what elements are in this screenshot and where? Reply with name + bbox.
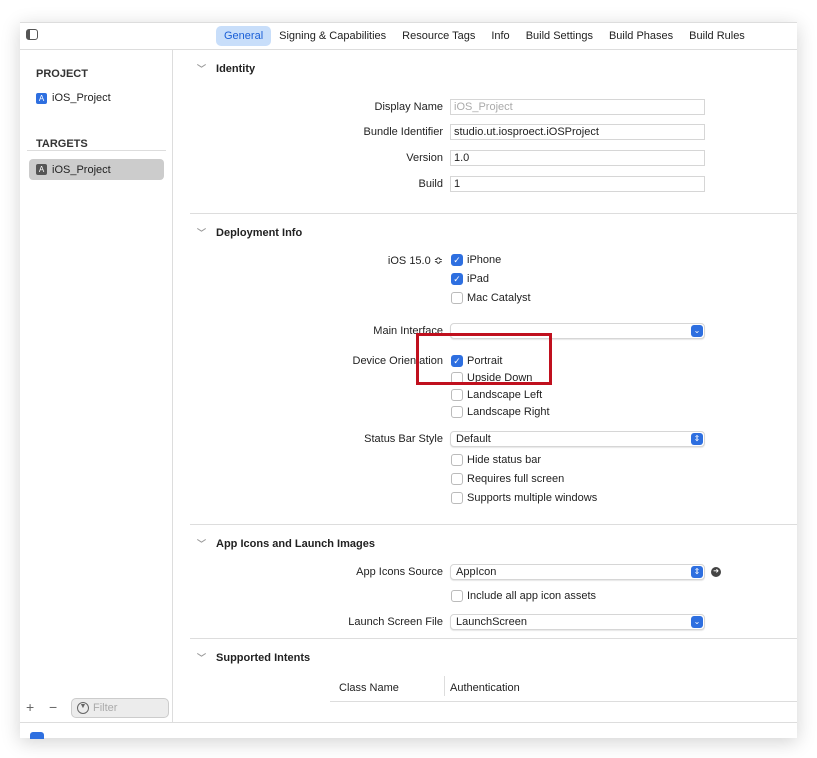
version-label: Version (406, 152, 443, 164)
divider (190, 213, 797, 214)
section-deployment[interactable]: ﹀ Deployment Info (197, 226, 302, 239)
checkbox-label: Mac Catalyst (467, 292, 531, 304)
checkbox-multiple-windows[interactable]: Supports multiple windows (451, 492, 597, 504)
status-indicator-icon (30, 732, 44, 739)
chevron-down-icon: ﹀ (197, 539, 207, 549)
tab-build-rules[interactable]: Build Rules (681, 26, 753, 46)
checkbox-mac-catalyst[interactable]: Mac Catalyst (451, 292, 531, 304)
checkbox-label: iPhone (467, 254, 502, 266)
display-name-field[interactable]: iOS_Project (450, 99, 705, 115)
divider (190, 638, 797, 639)
checkbox-box (451, 389, 463, 401)
target-label: iOS_Project (52, 163, 111, 176)
tab-bar: General Signing & Capabilities Resource … (216, 26, 753, 46)
section-title: Identity (216, 62, 256, 75)
checkbox-box (451, 590, 463, 602)
sidebar: PROJECT AiOS_Project TARGETS AiOS_Projec… (20, 49, 173, 722)
chevron-down-icon: ﹀ (197, 228, 207, 238)
checkbox-box (451, 492, 463, 504)
section-title: Supported Intents (216, 651, 311, 664)
ios-version-stepper[interactable]: iOS 15.0 ≎ (388, 254, 443, 267)
chevron-down-icon: ﹀ (197, 653, 207, 663)
display-name-label: Display Name (374, 101, 443, 113)
build-field[interactable]: 1 (450, 176, 705, 192)
bundle-identifier-label: Bundle Identifier (363, 126, 444, 138)
tab-signing[interactable]: Signing & Capabilities (271, 26, 394, 46)
checkbox-label: Supports multiple windows (467, 492, 598, 504)
section-supported-intents[interactable]: ﹀ Supported Intents (197, 651, 310, 664)
checkbox-landscape-left[interactable]: Landscape Left (451, 389, 542, 401)
up-down-chevron-icon: ⇕ (691, 566, 703, 578)
checkbox-box (451, 473, 463, 485)
version-field[interactable]: 1.0 (450, 150, 705, 166)
sidebar-item-project[interactable]: AiOS_Project (36, 92, 111, 104)
checkbox-box (451, 406, 463, 418)
section-title: Deployment Info (216, 226, 303, 239)
launch-screen-label: Launch Screen File (348, 616, 443, 628)
checkmark-icon: ✓ (451, 254, 463, 266)
column-header-authentication[interactable]: Authentication (450, 682, 520, 694)
app-icons-source-label: App Icons Source (356, 566, 443, 578)
checkbox-hide-status-bar[interactable]: Hide status bar (451, 454, 541, 466)
checkbox-label: Landscape Left (467, 389, 543, 401)
chevron-down-icon: ﹀ (197, 64, 207, 74)
sidebar-toggle-icon[interactable] (26, 29, 38, 40)
combobox-value: LaunchScreen (456, 616, 527, 628)
add-button[interactable]: + (26, 699, 34, 715)
chevron-down-icon: ⌄ (691, 325, 703, 337)
divider (190, 524, 797, 525)
checkbox-label: Hide status bar (467, 454, 541, 466)
chevron-down-icon: ⌄ (691, 616, 703, 628)
remove-button[interactable]: − (49, 699, 57, 715)
section-app-icons[interactable]: ﹀ App Icons and Launch Images (197, 537, 375, 550)
project-header: PROJECT (36, 68, 88, 80)
status-bar-style-label: Status Bar Style (364, 433, 443, 445)
section-identity[interactable]: ﹀ Identity (197, 62, 255, 75)
checkbox-label: Requires full screen (467, 473, 565, 485)
divider (330, 701, 797, 702)
arrow-right-circle-icon[interactable]: ➜ (711, 567, 721, 577)
section-title: App Icons and Launch Images (216, 537, 375, 550)
filter-placeholder: Filter (93, 702, 118, 714)
checkbox-label: iPad (467, 273, 490, 285)
divider (20, 722, 797, 723)
status-bar-style-popup[interactable]: Default ⇕ (450, 431, 705, 447)
app-icons-source-popup[interactable]: AppIcon ⇕ (450, 564, 705, 580)
checkbox-box (451, 454, 463, 466)
bundle-identifier-field[interactable]: studio.ut.iosproect.iOSProject (450, 124, 705, 140)
checkbox-label: Include all app icon assets (467, 590, 597, 602)
checkbox-iphone[interactable]: ✓ iPhone (451, 254, 501, 266)
editor: ﹀ Identity Display Name iOS_Project Bundl… (173, 49, 797, 722)
tab-info[interactable]: Info (483, 26, 517, 46)
sidebar-item-target[interactable]: AiOS_Project (29, 159, 164, 180)
target-icon: A (36, 164, 47, 175)
project-label: iOS_Project (52, 92, 111, 104)
highlight-box (416, 333, 552, 385)
tab-build-settings[interactable]: Build Settings (518, 26, 601, 46)
checkbox-include-all-icons[interactable]: Include all app icon assets (451, 590, 596, 602)
filter-icon: ▼ (77, 702, 89, 714)
app-icon: A (36, 92, 47, 104)
tab-build-phases[interactable]: Build Phases (601, 26, 681, 46)
checkbox-box (451, 292, 463, 304)
popup-value: Default (456, 433, 491, 445)
tab-resource-tags[interactable]: Resource Tags (394, 26, 483, 46)
divider (27, 150, 166, 151)
tab-general[interactable]: General (216, 26, 272, 46)
up-down-chevron-icon: ⇕ (691, 433, 703, 445)
build-label: Build (418, 178, 443, 190)
column-header-class-name[interactable]: Class Name (339, 682, 399, 694)
checkbox-ipad[interactable]: ✓ iPad (451, 273, 489, 285)
launch-screen-combobox[interactable]: LaunchScreen ⌄ (450, 614, 705, 630)
checkbox-requires-full-screen[interactable]: Requires full screen (451, 473, 564, 485)
popup-value: AppIcon (456, 566, 497, 578)
column-divider (444, 676, 445, 696)
targets-header: TARGETS (36, 138, 88, 150)
checkbox-label: Landscape Right (467, 406, 550, 418)
xcode-window: General Signing & Capabilities Resource … (20, 22, 797, 739)
filter-input[interactable]: ▼ Filter (71, 698, 169, 718)
checkmark-icon: ✓ (451, 273, 463, 285)
checkbox-landscape-right[interactable]: Landscape Right (451, 406, 550, 418)
